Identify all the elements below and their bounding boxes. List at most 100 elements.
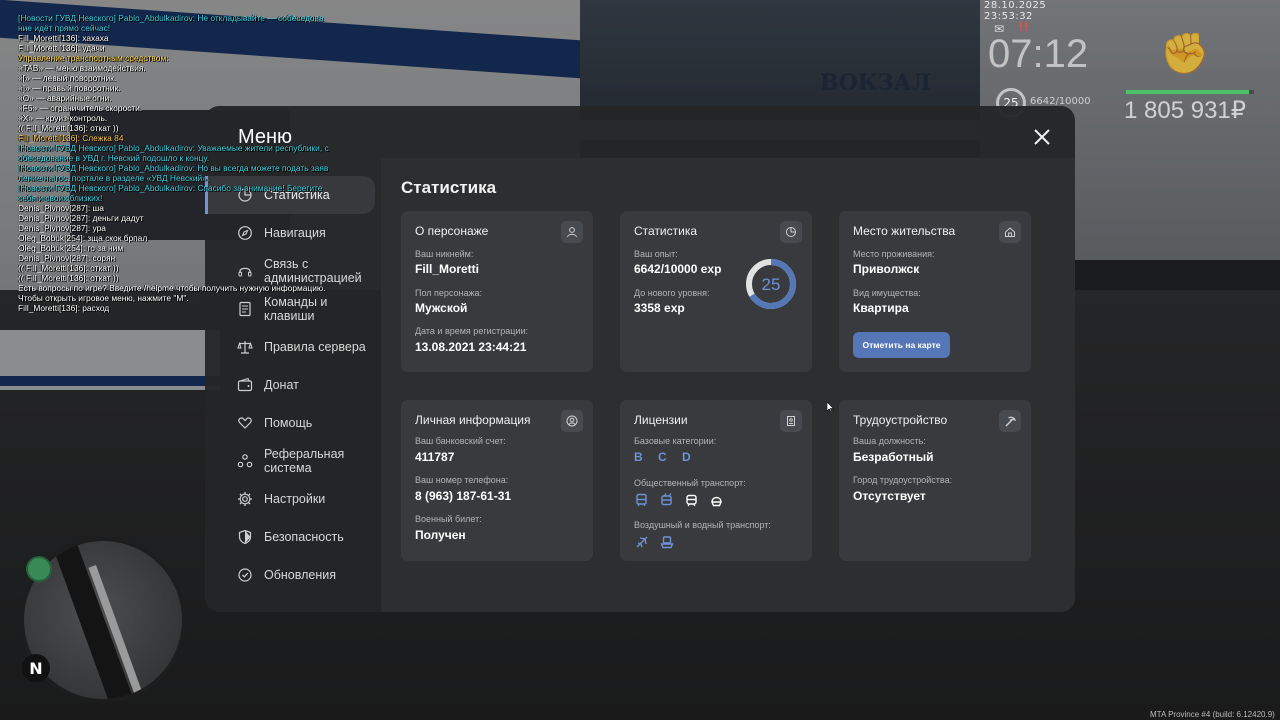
level-number: 25 bbox=[762, 275, 781, 294]
residence-value: Приволжск bbox=[853, 262, 920, 276]
sidebar-item-scales[interactable]: Правила сервера bbox=[205, 328, 381, 366]
chat-line: Denis_Pivnov[287]: ша bbox=[18, 203, 104, 213]
chat-line: (( Fill_Moretti[136]: откат )) bbox=[18, 273, 119, 283]
sidebar-item-referral[interactable]: Реферальная система bbox=[205, 442, 381, 480]
tram-icon bbox=[684, 492, 699, 507]
chat-line: (( Fill_Moretti[136]: откат )) bbox=[18, 123, 119, 133]
chat-line: Oleg_Bobuk[254]: го за ним bbox=[18, 243, 124, 253]
public-transport-icons bbox=[634, 492, 724, 507]
chat-line: Fill_Moretti[136]: Слежка 84 bbox=[18, 133, 124, 143]
license-icon bbox=[780, 410, 802, 432]
chat-line: Есть вопросы по игре? Введите /helpme чт… bbox=[18, 283, 326, 293]
sidebar-item-label: Безопасность bbox=[264, 530, 344, 544]
military-value: Получен bbox=[415, 528, 466, 542]
chat-line: [Новости ГУВД Невского] Pablo_Abdulkadir… bbox=[18, 163, 329, 173]
chat-line: Чтобы открыть игровое меню, нажмите "M". bbox=[18, 293, 189, 303]
card-residence: Место жительства Место проживания: Приво… bbox=[839, 211, 1031, 372]
stats-panel: Статистика О персонаже Ваш никнейм: Fill… bbox=[381, 158, 1075, 612]
work-city-label: Город трудоустройства: bbox=[853, 475, 953, 485]
sidebar-item-label: Помощь bbox=[264, 416, 313, 430]
sidebar-item-heart-hand[interactable]: Помощь bbox=[205, 404, 381, 442]
card-statistics: Статистика Ваш опыт: 6642/10000 exp До н… bbox=[620, 211, 812, 372]
user-icon bbox=[561, 221, 583, 243]
nickname-label: Ваш никнейм: bbox=[415, 249, 474, 259]
position-label: Ваша должность: bbox=[853, 436, 926, 446]
sidebar-item-wallet[interactable]: Донат bbox=[205, 366, 381, 404]
health-bar bbox=[1126, 90, 1254, 94]
work-city-value: Отсутствует bbox=[853, 489, 926, 503]
chat-line: «TAB» — меню взаимодействия. bbox=[18, 63, 146, 73]
hud-datetime: 28.10.2025 23:53:32 bbox=[984, 0, 1047, 22]
user-circle-icon bbox=[561, 410, 583, 432]
sidebar-item-shield[interactable]: Безопасность bbox=[205, 518, 381, 556]
exp-label: Ваш опыт: bbox=[634, 249, 678, 259]
hud-clock: 07:12 bbox=[988, 32, 1089, 76]
shield-icon bbox=[237, 529, 253, 545]
position-value: Безработный bbox=[853, 450, 934, 464]
chat-line: Denis_Pivnov[287]: деньги дадут bbox=[18, 213, 144, 223]
chat-line: [Новости ГУВД Невского] Pablo_Abdulkadir… bbox=[18, 143, 329, 153]
fist-icon: ✊ bbox=[1160, 31, 1210, 77]
chat-line: [Новости ГУВД Невского] Pablo_Abdulkadir… bbox=[18, 183, 323, 193]
close-icon bbox=[1034, 129, 1050, 145]
chat-line: Fill_Moretti[136]: хахаха bbox=[18, 33, 109, 43]
metro-icon bbox=[709, 492, 724, 507]
sidebar-item-label: Реферальная система bbox=[264, 447, 345, 475]
chat-line: Denis_Pivnov[287]: ура bbox=[18, 223, 106, 233]
chat-line: [Новости ГУВД Невского] Pablo_Abdulkadir… bbox=[18, 13, 324, 23]
chat-line: Управление транспортным средством: bbox=[18, 53, 169, 63]
chat-line: «F5» — ограничитель скорости. bbox=[18, 103, 143, 113]
gender-label: Пол персонажа: bbox=[415, 288, 483, 298]
card-title: Место жительства bbox=[853, 224, 956, 238]
chat-line: ние идёт прямо сейчас! bbox=[18, 23, 111, 33]
card-title: Трудоустройство bbox=[853, 413, 948, 427]
card-personal: Личная информация Ваш банковский счет: 4… bbox=[401, 400, 593, 561]
card-character: О персонаже Ваш никнейм: Fill_Moretti По… bbox=[401, 211, 593, 372]
military-label: Военный билет: bbox=[415, 514, 482, 524]
registration-value: 13.08.2021 23:44:21 bbox=[415, 340, 527, 354]
card-employment: Трудоустройство Ваша должность: Безработ… bbox=[839, 400, 1031, 561]
sidebar-item-update[interactable]: Обновления bbox=[205, 556, 381, 594]
page-title: Статистика bbox=[401, 178, 497, 197]
chat-line: (( Fill_Moretti[136]: откат )) bbox=[18, 263, 119, 273]
phone-label: Ваш номер телефона: bbox=[415, 475, 509, 485]
trolleybus-icon bbox=[659, 492, 674, 507]
bank-value: 411787 bbox=[415, 450, 455, 464]
sidebar-item-label: Правила сервера bbox=[264, 340, 366, 354]
gender-value: Мужской bbox=[415, 301, 468, 315]
card-title: Личная информация bbox=[415, 413, 531, 427]
property-label: Вид имущества: bbox=[853, 288, 921, 298]
chat-log: [Новости ГУВД Невского] Pablo_Abdulkadir… bbox=[18, 13, 358, 313]
sidebar-item-gear[interactable]: Настройки bbox=[205, 480, 381, 518]
registration-label: Дата и время регистрации: bbox=[415, 326, 528, 336]
chat-line: Denis_Pivnov[287]: сорян bbox=[18, 253, 116, 263]
sidebar-item-label: Обновления bbox=[264, 568, 336, 582]
base-categories-label: Базовые категории: bbox=[634, 436, 717, 446]
boat-icon bbox=[659, 534, 674, 549]
update-icon bbox=[237, 567, 253, 583]
card-title: Статистика bbox=[634, 224, 698, 238]
plane-icon bbox=[634, 534, 649, 549]
card-licenses: Лицензии Базовые категории: B C D Общест… bbox=[620, 400, 812, 561]
chat-line: обеседование в УВД г. Невский подошло к … bbox=[18, 153, 210, 163]
scales-icon bbox=[237, 339, 253, 355]
base-categories-value: B C D bbox=[634, 450, 697, 464]
chat-line: ление на гос. портале в разделе «УВД Нев… bbox=[18, 173, 210, 183]
next-level-label: До нового уровня: bbox=[634, 288, 710, 298]
heart-hand-icon bbox=[237, 415, 253, 431]
north-indicator: N bbox=[22, 654, 50, 682]
chat-line: Fill_Moretti[136]: расход bbox=[18, 303, 110, 313]
phone-value: 8 (963) 187-61-31 bbox=[415, 489, 512, 503]
air-water-label: Воздушный и водный транспорт: bbox=[634, 520, 771, 530]
sidebar-item-label: Донат bbox=[264, 378, 299, 392]
chat-line: себя и своих близких! bbox=[18, 193, 103, 203]
card-title: Лицензии bbox=[634, 413, 688, 427]
bank-label: Ваш банковский счет: bbox=[415, 436, 506, 446]
chat-line: Fill_Moretti[136]: удачи bbox=[18, 43, 105, 53]
residence-label: Место проживания: bbox=[853, 249, 935, 259]
nickname-value: Fill_Moretti bbox=[415, 262, 480, 276]
mark-on-map-button[interactable]: Отметить на карте bbox=[853, 332, 950, 358]
close-button[interactable] bbox=[1029, 126, 1055, 152]
chat-line: «]» — правый поворотник. bbox=[18, 83, 121, 93]
pickaxe-icon bbox=[999, 410, 1021, 432]
